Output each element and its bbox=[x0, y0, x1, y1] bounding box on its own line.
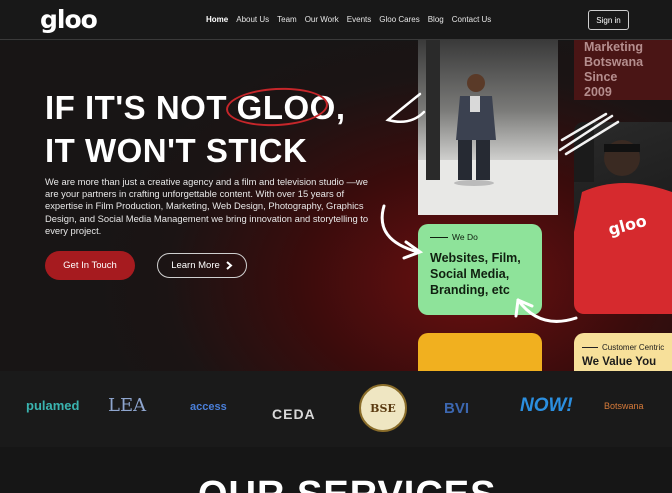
marketing-line-1: Marketing bbox=[584, 40, 644, 54]
yellow-card bbox=[418, 333, 542, 373]
services-heading: OUR SERVICES bbox=[198, 476, 496, 493]
partner-logo-botswana: Botswana bbox=[604, 401, 644, 411]
nav-link-gloo-cares[interactable]: Gloo Cares bbox=[379, 15, 419, 24]
nav-link-about[interactable]: About Us bbox=[236, 15, 269, 24]
partner-logo-now: NOW! bbox=[520, 395, 573, 416]
partner-logo-ceda: CEDA bbox=[272, 406, 316, 422]
customer-text: We Value You bbox=[582, 356, 657, 368]
marketing-line-3: 2009 bbox=[584, 85, 612, 99]
partner-logo-access: access bbox=[190, 401, 227, 413]
partner-logo-pulamed: pulamed bbox=[26, 398, 80, 413]
customer-label: Customer Centric bbox=[582, 343, 672, 352]
hand-drawn-arrows bbox=[380, 204, 578, 323]
nav-link-our-work[interactable]: Our Work bbox=[305, 15, 339, 24]
man-silhouette-image bbox=[418, 40, 558, 215]
marketing-line-2: Botswana Since bbox=[584, 55, 644, 84]
headline-line-2: IT WON'T STICK bbox=[45, 132, 308, 169]
scribble-decoration bbox=[558, 112, 620, 156]
sign-in-button[interactable]: Sign in bbox=[588, 10, 629, 30]
partner-logo-bvi: BVI bbox=[444, 400, 470, 417]
get-in-touch-button[interactable]: Get In Touch bbox=[45, 251, 135, 280]
gloo-logo[interactable]: gloo bbox=[40, 5, 98, 34]
partner-logo-lea: LEA bbox=[108, 395, 147, 416]
photo-man-in-studio bbox=[418, 40, 558, 215]
learn-more-button[interactable]: Learn More bbox=[157, 253, 247, 278]
top-navbar: gloo Home About Us Team Our Work Events … bbox=[0, 0, 672, 40]
hero-description: We are more than just a creative agency … bbox=[45, 176, 369, 236]
nav-link-contact[interactable]: Contact Us bbox=[452, 15, 492, 24]
nav-link-home[interactable]: Home bbox=[206, 15, 228, 24]
nav-link-team[interactable]: Team bbox=[277, 15, 297, 24]
marketing-since-card: Marketing Botswana Since 2009 bbox=[574, 40, 672, 100]
chevron-right-icon bbox=[226, 261, 233, 270]
nav-links: Home About Us Team Our Work Events Gloo … bbox=[206, 15, 491, 24]
doodle-loop bbox=[385, 92, 426, 123]
customer-centric-card: Customer Centric We Value You bbox=[574, 333, 672, 373]
nav-link-blog[interactable]: Blog bbox=[428, 15, 444, 24]
learn-more-label: Learn More bbox=[171, 260, 220, 271]
nav-link-events[interactable]: Events bbox=[347, 15, 371, 24]
partner-logo-bse: BSE bbox=[359, 384, 407, 432]
